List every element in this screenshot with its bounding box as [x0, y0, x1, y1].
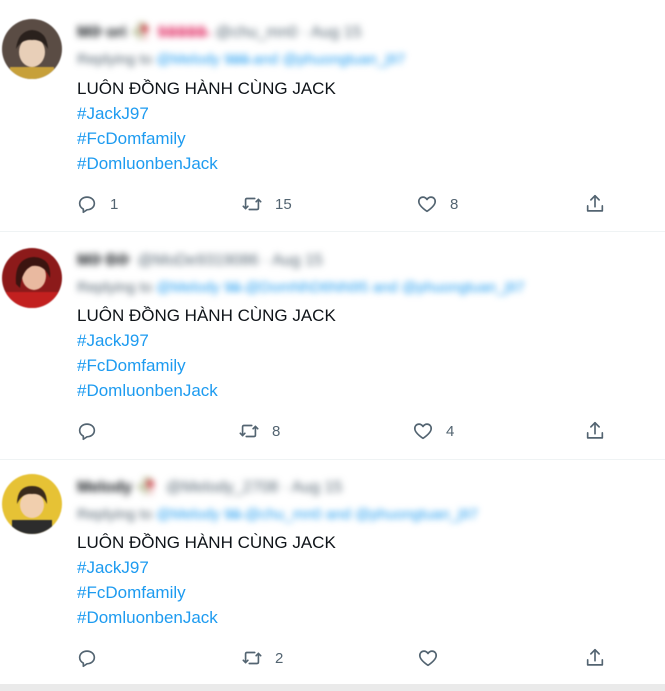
hashtag-link[interactable]: #JackJ97	[77, 328, 336, 353]
retweet-count: 8	[272, 422, 281, 440]
reply-icon	[76, 420, 98, 442]
heart-icon	[417, 647, 439, 669]
action-bar: 1 15 8	[0, 192, 665, 216]
tweet[interactable]: Melody 🥀 @Melody_2708 · Aug 15 Replying …	[0, 460, 665, 684]
name-emoji: 🥀 9̶9̶9̶9̶9̶	[131, 24, 207, 41]
hashtag-link[interactable]: #JackJ97	[77, 555, 336, 580]
retweet-icon	[238, 420, 260, 442]
action-bar: 2	[0, 646, 665, 670]
display-name[interactable]: Mỡ ori	[77, 24, 127, 41]
heart-icon	[412, 420, 434, 442]
tweet-body: LUÔN ĐỒNG HÀNH CÙNG JACK	[77, 533, 336, 552]
tweet[interactable]: Mỡ ori 🥀 9̶9̶9̶9̶9̶ @chu_mn0 · Aug 15 Re…	[0, 0, 665, 232]
action-bar: 8 4	[0, 419, 665, 443]
tweet[interactable]: Mỡ Đỡ @MoDe9319086 · Aug 15 Replying to …	[0, 232, 665, 460]
reply-button[interactable]: 1	[76, 192, 118, 216]
reply-button[interactable]	[76, 419, 110, 443]
handle-and-date[interactable]: @chu_mn0 · Aug 15	[215, 24, 361, 41]
replying-to: Replying to @Melody 9̶9̶ @chu_mn0 and @p…	[77, 505, 478, 525]
display-name[interactable]: Melody	[77, 479, 132, 496]
hashtag-link[interactable]: #DomluonbenJack	[77, 605, 336, 630]
retweet-icon	[241, 193, 263, 215]
share-button[interactable]	[584, 419, 606, 443]
hashtag-link[interactable]: #JackJ97	[77, 101, 336, 126]
replying-to: Replying to @Melody 9̶9̶9̶ and @phuongtu…	[77, 50, 405, 70]
avatar[interactable]	[2, 19, 62, 79]
like-button[interactable]: 8	[416, 192, 458, 216]
tweet-header: Mỡ Đỡ @MoDe9319086 · Aug 15	[77, 250, 323, 272]
retweet-button[interactable]: 15	[241, 192, 292, 216]
like-count: 8	[450, 195, 459, 213]
replying-label: Replying to	[77, 279, 153, 296]
tweet-body: LUÔN ĐỒNG HÀNH CÙNG JACK	[77, 79, 336, 98]
share-button[interactable]	[584, 646, 606, 670]
replying-mentions[interactable]: @Melody 9̶9̶9̶ and @phuongtuan_j97	[156, 51, 405, 68]
handle-and-date[interactable]: @MoDe9319086 · Aug 15	[138, 252, 323, 269]
hashtag-link[interactable]: #DomluonbenJack	[77, 378, 336, 403]
replying-mentions[interactable]: @Melody 9̶9̶ @chu_mn0 and @phuongtuan_j9…	[156, 506, 478, 523]
like-button[interactable]: 4	[412, 419, 454, 443]
replying-to: Replying to @Melody 9̶9̶ @DomNhD6NN95 an…	[77, 278, 525, 298]
reply-count: 1	[110, 195, 119, 213]
reply-icon	[76, 193, 98, 215]
tweet-header: Melody 🥀 @Melody_2708 · Aug 15	[77, 477, 342, 499]
handle-and-date[interactable]: @Melody_2708 · Aug 15	[166, 479, 342, 496]
retweet-button[interactable]: 8	[238, 419, 280, 443]
avatar[interactable]	[2, 474, 62, 534]
share-icon	[584, 420, 606, 442]
hashtag-link[interactable]: #DomluonbenJack	[77, 151, 336, 176]
heart-icon	[416, 193, 438, 215]
hashtag-link[interactable]: #FcDomfamily	[77, 126, 336, 151]
share-icon	[584, 193, 606, 215]
display-name[interactable]: Mỡ Đỡ	[77, 252, 129, 269]
reply-button[interactable]	[76, 646, 110, 670]
share-icon	[584, 647, 606, 669]
like-button[interactable]	[417, 646, 451, 670]
retweet-button[interactable]: 2	[241, 646, 283, 670]
retweet-icon	[241, 647, 263, 669]
tweet-text: LUÔN ĐỒNG HÀNH CÙNG JACK #JackJ97 #FcDom…	[77, 76, 336, 176]
name-emoji: 🥀	[136, 479, 158, 496]
avatar[interactable]	[2, 248, 62, 308]
tweet-text: LUÔN ĐỒNG HÀNH CÙNG JACK #JackJ97 #FcDom…	[77, 530, 336, 630]
tweet-header: Mỡ ori 🥀 9̶9̶9̶9̶9̶ @chu_mn0 · Aug 15	[77, 22, 361, 44]
tweet-text: LUÔN ĐỒNG HÀNH CÙNG JACK #JackJ97 #FcDom…	[77, 303, 336, 403]
reply-thread-feed: Mỡ ori 🥀 9̶9̶9̶9̶9̶ @chu_mn0 · Aug 15 Re…	[0, 0, 665, 691]
retweet-count: 15	[275, 195, 292, 213]
share-button[interactable]	[584, 192, 606, 216]
feed-bottom-divider	[0, 684, 665, 691]
replying-label: Replying to	[77, 51, 153, 68]
hashtag-link[interactable]: #FcDomfamily	[77, 580, 336, 605]
like-count: 4	[446, 422, 455, 440]
hashtag-link[interactable]: #FcDomfamily	[77, 353, 336, 378]
reply-icon	[76, 647, 98, 669]
tweet-body: LUÔN ĐỒNG HÀNH CÙNG JACK	[77, 306, 336, 325]
replying-label: Replying to	[77, 506, 153, 523]
replying-mentions[interactable]: @Melody 9̶9̶ @DomNhD6NN95 and @phuongtua…	[156, 279, 524, 296]
retweet-count: 2	[275, 649, 284, 667]
